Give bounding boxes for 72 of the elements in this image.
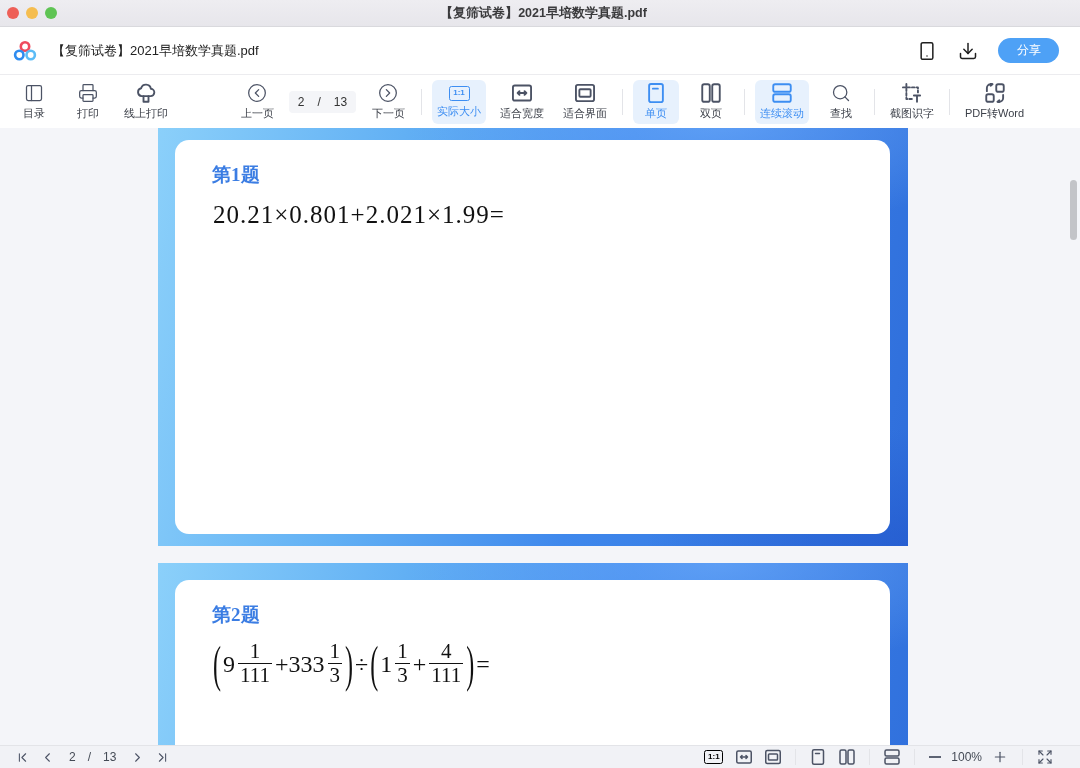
math-text: +333: [273, 649, 326, 679]
math-formula: 20.21×0.801+2.021×1.99=: [212, 200, 506, 230]
single-page-icon: [810, 749, 827, 765]
total-pages: 13: [103, 750, 117, 764]
fraction-denominator: 111: [430, 664, 463, 687]
toc-button[interactable]: 目录: [11, 79, 57, 124]
zoom-in-button[interactable]: [992, 749, 1008, 765]
current-page-number[interactable]: 2: [69, 750, 76, 764]
bracket: ): [344, 638, 354, 689]
fraction-denominator: 3: [328, 664, 341, 687]
bracket: (: [212, 638, 222, 689]
double-page-icon: [701, 83, 721, 103]
screenshot-ocr-button[interactable]: 截图识字: [885, 79, 939, 124]
question-title: 第2题: [212, 604, 261, 626]
search-icon: [831, 83, 851, 103]
single-page-icon: [646, 83, 666, 103]
minus-icon: [929, 756, 942, 758]
continuous-scroll-button[interactable]: [884, 749, 901, 765]
online-print-button[interactable]: 线上打印: [119, 79, 173, 124]
fullscreen-button[interactable]: [1037, 749, 1053, 765]
fraction-numerator: 1: [395, 640, 410, 664]
convert-icon: [984, 83, 1005, 103]
fit-width-icon: [736, 749, 753, 765]
math-text: +: [411, 649, 428, 679]
sidebar-panel-icon: [24, 83, 44, 103]
fit-page-button[interactable]: [765, 749, 782, 765]
close-button[interactable]: [7, 7, 19, 19]
fit-page-icon: [575, 83, 595, 103]
actual-size-button[interactable]: 1:1: [704, 750, 724, 764]
file-name: 【复筛试卷】2021早培数学真题.pdf: [52, 41, 260, 60]
fit-page-icon: [765, 749, 782, 765]
print-button[interactable]: 打印: [65, 79, 111, 124]
circle-chevron-right-icon: [378, 83, 398, 103]
plus-icon: [992, 749, 1008, 765]
actual-size-icon: 1:1: [448, 85, 470, 101]
math-text: 9: [222, 649, 236, 679]
previous-page-button[interactable]: 上一页: [234, 79, 280, 124]
cloud-icon: [136, 83, 156, 103]
download-icon: [958, 40, 978, 61]
fraction-denominator: 3: [396, 664, 409, 687]
page-number-field[interactable]: 2 / 13: [289, 90, 356, 113]
expand-icon: [1037, 749, 1053, 765]
page-separator: /: [87, 750, 92, 764]
stacked-pages-icon: [772, 83, 792, 103]
fraction-numerator: 1: [327, 640, 342, 664]
fraction-numerator: 1: [238, 640, 272, 664]
double-page-button[interactable]: [839, 749, 856, 765]
fit-page-button[interactable]: 适合界面: [558, 79, 612, 124]
scrollbar-thumb[interactable]: [1069, 180, 1077, 240]
printer-icon: [78, 83, 98, 103]
fit-width-button[interactable]: 适合宽度: [495, 79, 549, 124]
question-title: 第1题: [212, 164, 261, 186]
fraction-denominator: 111: [239, 664, 271, 687]
zoom-level: 100%: [951, 750, 982, 764]
single-page-button[interactable]: [810, 749, 827, 765]
math-text: =: [475, 649, 491, 679]
fit-width-icon: [512, 83, 532, 103]
circle-chevron-left-icon: [247, 83, 267, 103]
double-page-icon: [839, 749, 856, 765]
crop-text-icon: [902, 83, 922, 103]
stacked-pages-icon: [884, 749, 901, 765]
window-title: 【复筛试卷】2021早培数学真题.pdf: [440, 4, 647, 22]
find-button[interactable]: 查找: [818, 79, 864, 124]
pdf-to-word-button[interactable]: PDF转Word: [960, 79, 1030, 124]
fit-width-button[interactable]: [736, 749, 753, 765]
math-text: ÷: [354, 649, 370, 679]
smartphone-icon: [917, 40, 937, 61]
double-page-button[interactable]: 双页: [688, 79, 734, 124]
next-page-button[interactable]: 下一页: [365, 79, 411, 124]
fraction-numerator: 4: [429, 640, 464, 664]
app-logo-icon: [13, 39, 37, 62]
math-text: 1: [379, 649, 394, 679]
